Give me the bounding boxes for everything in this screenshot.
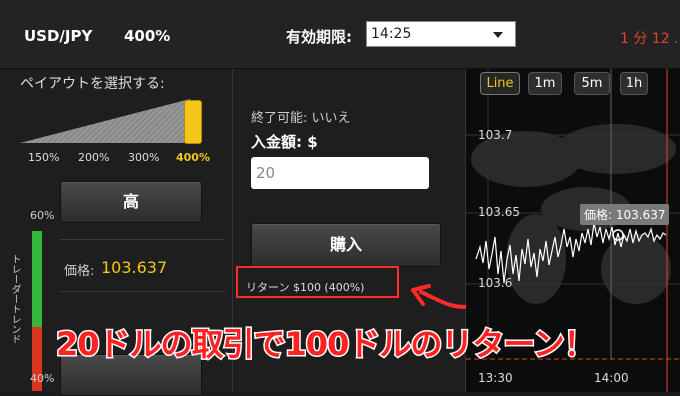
- payout-option-200[interactable]: 200%: [78, 151, 109, 164]
- expiry-select[interactable]: 14:25: [366, 21, 516, 47]
- expiry-label: 有効期限:: [286, 28, 352, 46]
- x-tick: 13:30: [478, 371, 513, 385]
- payout-option-300[interactable]: 300%: [128, 151, 159, 164]
- chevron-down-icon: [493, 32, 503, 38]
- current-price-tag: 価格: 103.637: [580, 204, 670, 225]
- y-tick: 103.7: [478, 128, 513, 142]
- divider: [60, 239, 225, 240]
- amount-label: 入金額: $: [251, 133, 318, 151]
- x-tick: 14:00: [594, 371, 629, 385]
- annotation-caption: 20ドルの取引で100ドルのリターン！: [55, 324, 598, 365]
- y-tick: 103.6: [478, 276, 513, 290]
- buy-button[interactable]: 購入: [251, 223, 441, 267]
- divider: [60, 291, 225, 292]
- trader-trend-bar: [32, 231, 42, 391]
- trend-down-percent: 40%: [30, 372, 55, 385]
- trader-trend-label: トレーダートレンド: [9, 254, 20, 344]
- amount-input[interactable]: 20: [251, 157, 429, 189]
- timeframe-1h[interactable]: 1h: [620, 72, 648, 95]
- payout-option-150[interactable]: 150%: [28, 151, 59, 164]
- high-button[interactable]: 高: [60, 181, 202, 223]
- payout-slider-track[interactable]: [20, 99, 210, 145]
- payout-slider-thumb[interactable]: [184, 100, 202, 144]
- price-label: 価格:: [64, 264, 95, 279]
- payout-title: ペイアウトを選択する:: [20, 76, 165, 92]
- trend-up-fill: [32, 231, 42, 327]
- payout-rate: 400%: [124, 27, 171, 45]
- expiry-value: 14:25: [371, 26, 412, 42]
- price-value: 103.637: [101, 258, 168, 277]
- return-text: リターン $100 (400%): [246, 281, 365, 294]
- y-tick: 103.65: [478, 205, 520, 219]
- top-bar: USD/JPY 400% 有効期限: 14:25 1 分 12 ...: [0, 0, 680, 69]
- timeframe-line[interactable]: Line: [480, 72, 520, 95]
- payout-option-400[interactable]: 400%: [176, 151, 210, 164]
- timeframe-5m[interactable]: 5m: [574, 72, 610, 95]
- timeframe-1m[interactable]: 1m: [528, 72, 562, 95]
- early-close-label: 終了可能: いいえ: [251, 111, 351, 126]
- annotation-arrow-icon: [411, 284, 473, 309]
- currency-pair[interactable]: USD/JPY: [24, 27, 92, 45]
- expiry-countdown: 1 分 12 ...: [620, 31, 680, 47]
- trend-up-percent: 60%: [30, 209, 55, 222]
